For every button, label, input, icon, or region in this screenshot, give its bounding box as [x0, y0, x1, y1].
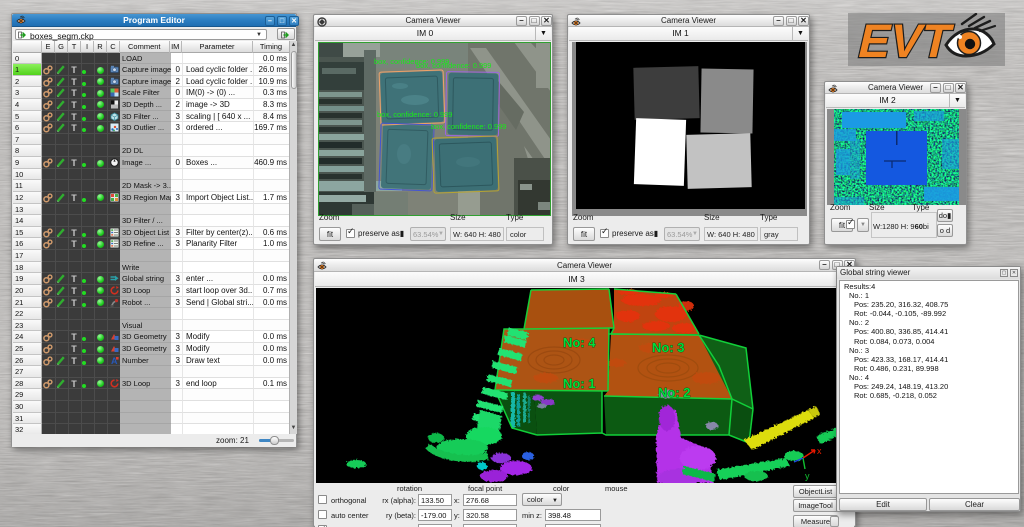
svg-text:box, confidence: 0.999: box, confidence: 0.999: [416, 61, 491, 70]
svg-text:No: 2: No: 2: [658, 385, 691, 400]
svg-text:box, confidence: 0.999: box, confidence: 0.999: [377, 110, 452, 119]
svg-text:y: y: [805, 471, 810, 481]
svg-text:No: 1: No: 1: [563, 376, 596, 391]
svg-text:No: 4: No: 4: [563, 335, 596, 350]
svg-text:box, confidence: 0.999: box, confidence: 0.999: [431, 122, 506, 131]
svg-text:No: 3: No: 3: [652, 340, 685, 355]
svg-text:EVT: EVT: [853, 16, 956, 66]
svg-text:x: x: [817, 446, 822, 456]
